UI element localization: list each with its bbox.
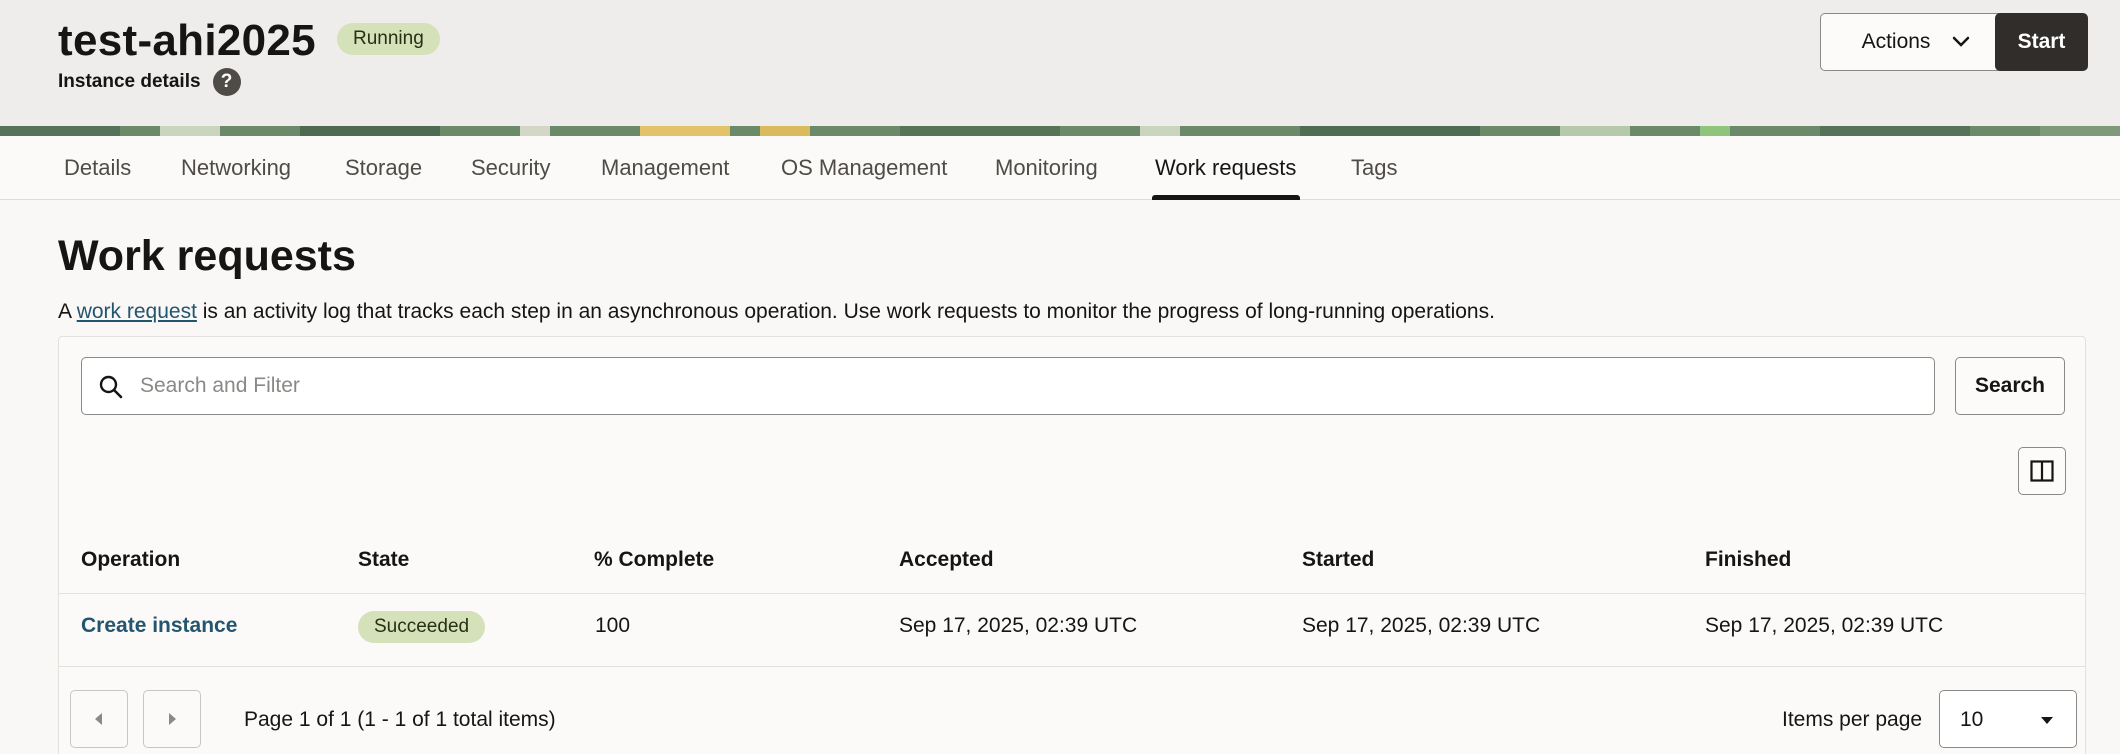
caret-right-icon bbox=[169, 713, 176, 725]
search-icon bbox=[99, 375, 123, 399]
tab-details[interactable]: Details bbox=[64, 136, 131, 200]
tab-tags[interactable]: Tags bbox=[1351, 136, 1397, 200]
items-per-page-label: Items per page bbox=[1782, 708, 1923, 731]
instance-title: test-ahi2025 bbox=[58, 16, 316, 65]
actions-button[interactable]: Actions bbox=[1820, 13, 2012, 71]
header-divider bbox=[59, 593, 2085, 594]
column-header-complete[interactable]: % Complete bbox=[594, 548, 714, 572]
desc-prefix: A bbox=[58, 300, 77, 323]
search-input[interactable] bbox=[140, 358, 1920, 414]
column-header-state[interactable]: State bbox=[358, 548, 409, 572]
status-badge: Running bbox=[337, 23, 440, 55]
previous-page-button[interactable] bbox=[70, 690, 128, 748]
tab-monitoring[interactable]: Monitoring bbox=[995, 136, 1098, 200]
row-divider bbox=[59, 666, 2085, 667]
active-tab-indicator bbox=[1152, 195, 1300, 200]
search-box[interactable] bbox=[81, 357, 1935, 415]
work-request-link[interactable]: work request bbox=[77, 300, 197, 323]
state-badge: Succeeded bbox=[358, 611, 486, 643]
column-header-accepted[interactable]: Accepted bbox=[899, 548, 994, 572]
pagination-info: Page 1 of 1 (1 - 1 of 1 total items) bbox=[244, 708, 556, 731]
column-header-started[interactable]: Started bbox=[1302, 548, 1374, 572]
page-description: A work request is an activity log that t… bbox=[58, 300, 1495, 324]
tab-management[interactable]: Management bbox=[601, 136, 729, 200]
desc-suffix: is an activity log that tracks each step… bbox=[196, 300, 1495, 323]
caret-left-icon bbox=[95, 713, 102, 725]
finished-value: Sep 17, 2025, 02:39 UTC bbox=[1705, 614, 1944, 637]
next-page-button[interactable] bbox=[143, 690, 201, 748]
actions-label: Actions bbox=[1861, 30, 1931, 53]
operation-link[interactable]: Create instance bbox=[81, 614, 237, 638]
page-title: Work requests bbox=[58, 232, 356, 280]
column-header-operation[interactable]: Operation bbox=[81, 548, 180, 572]
caret-down-icon bbox=[2041, 717, 2053, 724]
items-per-page-select[interactable]: 10 bbox=[1939, 690, 2077, 748]
complete-value: 100 bbox=[595, 614, 631, 637]
start-button[interactable]: Start bbox=[1995, 13, 2088, 71]
chevron-down-icon bbox=[1953, 36, 1970, 47]
manage-columns-button[interactable] bbox=[2018, 447, 2066, 495]
page-header: test-ahi2025 Running Instance details ? … bbox=[0, 0, 2120, 126]
tab-storage[interactable]: Storage bbox=[345, 136, 422, 200]
tab-bar: Details Networking Storage Security Mana… bbox=[0, 136, 2120, 200]
columns-icon bbox=[2030, 460, 2054, 482]
items-per-page-value: 10 bbox=[1960, 708, 1984, 731]
started-value: Sep 17, 2025, 02:39 UTC bbox=[1302, 614, 1541, 637]
tab-work-requests[interactable]: Work requests bbox=[1155, 136, 1296, 200]
tab-os-management[interactable]: OS Management bbox=[781, 136, 947, 200]
search-button[interactable]: Search bbox=[1955, 357, 2065, 415]
column-header-finished[interactable]: Finished bbox=[1705, 548, 1791, 572]
accepted-value: Sep 17, 2025, 02:39 UTC bbox=[899, 614, 1138, 637]
tab-security[interactable]: Security bbox=[471, 136, 550, 200]
page-subtitle: Instance details bbox=[58, 71, 201, 92]
subtitle-row: Instance details ? bbox=[58, 68, 241, 96]
decorative-banner bbox=[0, 126, 2120, 136]
question-circle-icon[interactable]: ? bbox=[212, 68, 241, 96]
tab-networking[interactable]: Networking bbox=[181, 136, 291, 200]
